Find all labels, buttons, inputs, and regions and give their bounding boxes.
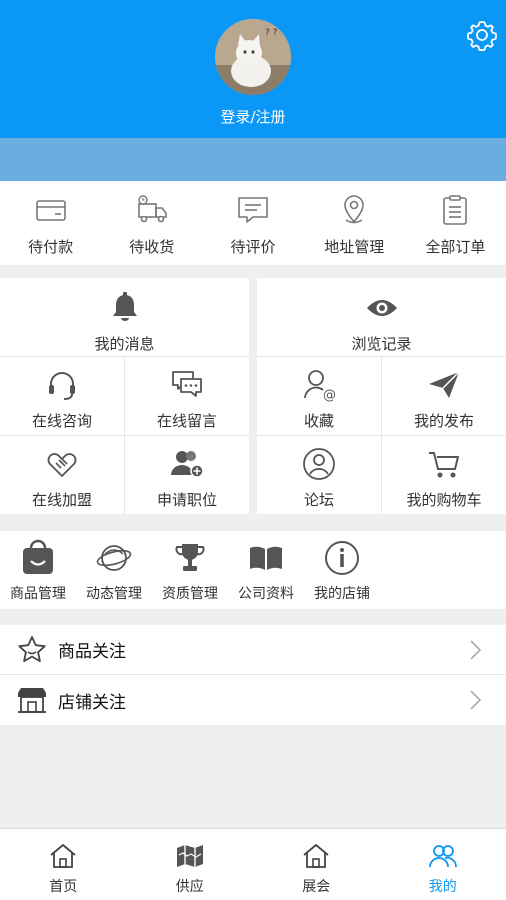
online-message-button[interactable]: 在线留言 xyxy=(124,357,249,435)
grid-label: 申请职位 xyxy=(156,491,217,509)
order-item-label: 待收货 xyxy=(129,238,175,256)
tab-label: 供应 xyxy=(175,879,204,895)
tool-label: 动态管理 xyxy=(86,586,142,602)
grid-label: 在线咨询 xyxy=(31,412,92,430)
grid-row: 论坛 我的购物车 xyxy=(257,436,506,514)
order-item-pending-receipt[interactable]: 待收货 xyxy=(101,181,202,265)
chevron-right-icon xyxy=(470,639,482,660)
gear-icon xyxy=(467,21,497,52)
my-store-button[interactable]: 我的店铺 xyxy=(304,531,380,609)
user-circle-icon xyxy=(303,448,335,480)
location-pin-icon xyxy=(344,195,365,224)
tab-supply[interactable]: 供应 xyxy=(127,829,254,900)
shopping-bag-icon xyxy=(23,539,53,574)
header-band xyxy=(0,138,506,181)
store-follow-item[interactable]: 店铺关注 xyxy=(0,675,506,725)
grid-row: 在线加盟 申请职位 xyxy=(0,436,249,514)
tab-label: 首页 xyxy=(49,879,78,895)
grid-label: 我的发布 xyxy=(413,412,474,430)
home-icon xyxy=(50,844,76,868)
qualification-management-button[interactable]: 资质管理 xyxy=(152,531,228,609)
user-at-icon: @ xyxy=(304,370,336,403)
tool-label: 公司资料 xyxy=(238,586,294,602)
bottom-tab-bar: 首页 供应 展会 我的 xyxy=(0,828,506,900)
avatar[interactable]: ? ? xyxy=(215,19,291,95)
handshake-icon xyxy=(47,453,77,477)
online-consult-button[interactable]: 在线咨询 xyxy=(0,357,124,435)
store-icon xyxy=(18,688,46,713)
map-icon xyxy=(176,845,203,867)
news-management-button[interactable]: 动态管理 xyxy=(76,531,152,609)
order-item-label: 地址管理 xyxy=(324,238,385,256)
grid-row: 在线咨询 在线留言 xyxy=(0,357,249,436)
headset-icon xyxy=(49,372,75,400)
home-icon xyxy=(303,844,329,868)
eye-icon xyxy=(366,300,397,316)
tool-label: 我的店铺 xyxy=(314,586,370,602)
my-posts-button[interactable]: 我的发布 xyxy=(381,357,506,435)
tab-home[interactable]: 首页 xyxy=(0,829,127,900)
favorites-button[interactable]: @ 收藏 xyxy=(257,357,381,435)
truck-icon xyxy=(137,195,167,223)
trophy-icon xyxy=(175,544,205,571)
comment-icon xyxy=(238,197,268,223)
tab-label: 我的 xyxy=(428,879,457,895)
online-join-button[interactable]: 在线加盟 xyxy=(0,436,124,514)
order-item-label: 全部订单 xyxy=(425,238,486,256)
list-item-label: 店铺关注 xyxy=(58,692,126,713)
star-icon xyxy=(18,635,46,662)
order-item-label: 待付款 xyxy=(28,238,74,256)
card-icon xyxy=(35,200,66,221)
paper-plane-icon xyxy=(429,371,460,398)
browse-history-button[interactable]: 浏览记录 xyxy=(257,278,506,357)
tab-label: 展会 xyxy=(302,879,331,895)
order-item-address[interactable]: 地址管理 xyxy=(304,181,405,265)
product-management-button[interactable]: 商品管理 xyxy=(0,531,76,609)
avatar-cat-image: ? ? xyxy=(215,19,291,95)
order-item-label: 待评价 xyxy=(230,238,276,256)
chevron-right-icon xyxy=(470,690,482,710)
forum-button[interactable]: 论坛 xyxy=(257,436,381,514)
tab-mine[interactable]: 我的 xyxy=(380,829,506,900)
clipboard-icon xyxy=(443,195,468,225)
users-icon xyxy=(428,845,457,868)
bell-icon xyxy=(112,292,137,321)
svg-text:@: @ xyxy=(323,388,336,403)
grid-label: 收藏 xyxy=(303,412,334,430)
login-register-link[interactable]: 登录/注册 xyxy=(0,106,506,127)
info-circle-icon xyxy=(325,541,359,575)
grid-label: 论坛 xyxy=(303,491,334,509)
grid-label: 在线加盟 xyxy=(31,491,92,509)
grid-label: 在线留言 xyxy=(156,412,217,430)
profile-header: ? ? 登录/注册 xyxy=(0,0,506,138)
tool-label: 商品管理 xyxy=(10,586,66,602)
service-grid-left: 我的消息 在线咨询 在线留言 在线加盟 申请职位 xyxy=(0,278,249,514)
grid-label: 浏览记录 xyxy=(351,335,412,353)
grid-row: @ 收藏 我的发布 xyxy=(257,357,506,436)
add-user-icon xyxy=(171,451,204,478)
service-grid-right: 浏览记录 @ 收藏 我的发布 论坛 我的购物车 xyxy=(257,278,506,514)
planet-icon xyxy=(96,545,132,571)
book-icon xyxy=(250,546,282,570)
company-info-button[interactable]: 公司资料 xyxy=(228,531,304,609)
list-item-label: 商品关注 xyxy=(58,642,126,662)
tab-exhibition[interactable]: 展会 xyxy=(253,829,380,900)
product-follow-item[interactable]: 商品关注 xyxy=(0,625,506,675)
management-tools: 商品管理 动态管理 资质管理 公司资料 我的店铺 xyxy=(0,531,506,609)
order-item-pending-payment[interactable]: 待付款 xyxy=(0,181,101,265)
my-messages-button[interactable]: 我的消息 xyxy=(0,278,249,357)
grid-label: 我的购物车 xyxy=(406,491,482,509)
order-item-pending-review[interactable]: 待评价 xyxy=(202,181,303,265)
order-shortcuts: 待付款 待收货 待评价 地址管理 全部订单 xyxy=(0,181,506,265)
shopping-cart-button[interactable]: 我的购物车 xyxy=(381,436,506,514)
svg-text:? ?: ? ? xyxy=(265,28,278,38)
tool-label: 资质管理 xyxy=(162,586,218,602)
grid-label: 我的消息 xyxy=(94,335,155,353)
apply-position-button[interactable]: 申请职位 xyxy=(124,436,249,514)
shopping-cart-icon xyxy=(429,452,459,478)
chat-bubbles-icon xyxy=(172,371,202,397)
settings-button[interactable] xyxy=(466,19,498,52)
order-item-all-orders[interactable]: 全部订单 xyxy=(405,181,506,265)
follow-list: 商品关注 店铺关注 xyxy=(0,625,506,725)
